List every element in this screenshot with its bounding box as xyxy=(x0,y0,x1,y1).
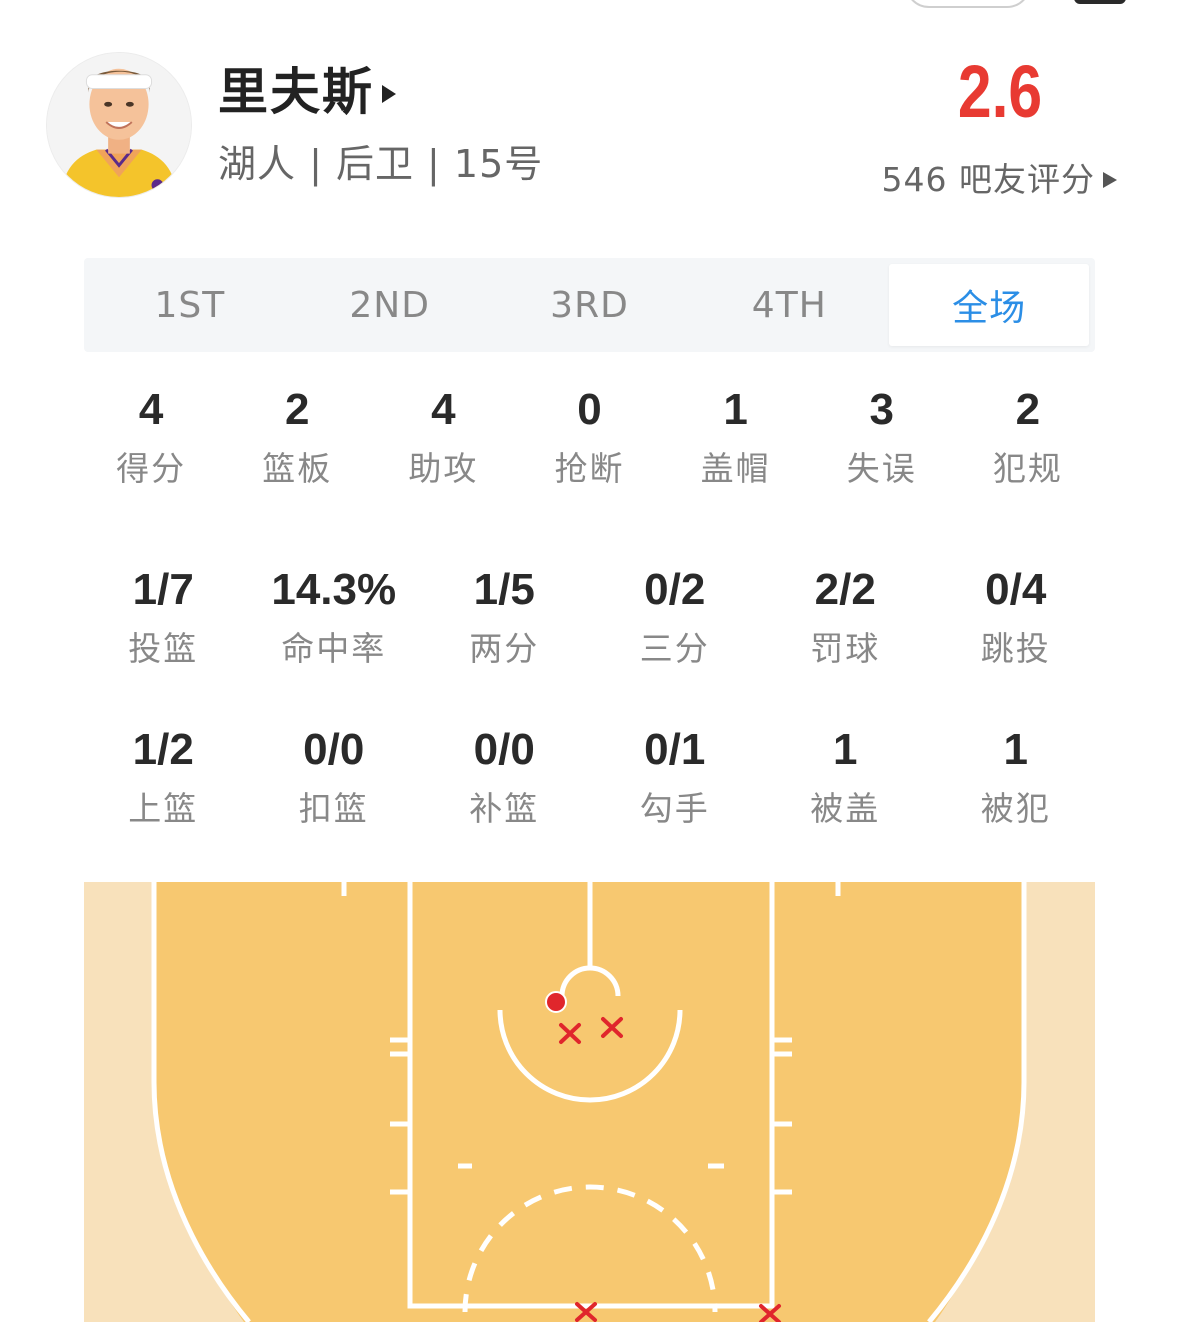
play-arrow-icon xyxy=(1103,172,1117,188)
shooting-stats: 1/7 投篮 14.3% 命中率 1/5 两分 0/2 三分 2/2 罚球 0/4 跳投 xyxy=(78,564,1101,670)
stat-tip-ins: 0/0 补篮 xyxy=(419,724,590,830)
stat-fg-percentage: 14.3% 命中率 xyxy=(249,564,420,670)
stat-value: 2 xyxy=(284,385,310,434)
stat-dunks: 0/0 扣篮 xyxy=(249,724,420,830)
stat-blocks: 1 盖帽 xyxy=(663,384,809,490)
stat-value: 2 xyxy=(1015,385,1041,434)
stat-blocked: 1 被盖 xyxy=(760,724,931,830)
stat-label: 扣篮 xyxy=(298,789,369,828)
stat-label: 被盖 xyxy=(810,789,881,828)
player-team-position-number: 湖人 | 后卫 | 15号 xyxy=(218,142,544,186)
stat-fouls: 2 犯规 xyxy=(955,384,1101,490)
stat-label: 三分 xyxy=(639,629,710,668)
stat-label: 得分 xyxy=(116,449,187,488)
stat-value: 14.3% xyxy=(271,565,397,614)
stat-value: 4 xyxy=(138,385,164,434)
stat-free-throws: 2/2 罚球 xyxy=(760,564,931,670)
stat-points: 4 得分 xyxy=(78,384,224,490)
tab-2nd[interactable]: 2ND xyxy=(290,264,490,346)
stat-label: 篮板 xyxy=(262,449,333,488)
stat-value: 0/1 xyxy=(644,725,706,774)
stat-field-goals: 1/7 投篮 xyxy=(78,564,249,670)
stat-rebounds: 2 篮板 xyxy=(224,384,370,490)
tab-4th[interactable]: 4TH xyxy=(689,264,889,346)
stat-steals: 0 抢断 xyxy=(516,384,662,490)
top-dark-button[interactable] xyxy=(1074,0,1126,4)
stat-value: 0/4 xyxy=(985,565,1047,614)
tab-1st[interactable]: 1ST xyxy=(90,264,290,346)
rating-count-link[interactable]: 546 吧友评分 xyxy=(882,158,1117,202)
stat-value: 0/2 xyxy=(644,565,706,614)
player-rating-score: 2.6 xyxy=(957,50,1043,133)
stat-assists: 4 助攻 xyxy=(370,384,516,490)
stat-value: 1/2 xyxy=(132,725,194,774)
stat-value: 0/0 xyxy=(303,725,365,774)
shot-type-stats: 1/2 上篮 0/0 扣篮 0/0 补篮 0/1 勾手 1 被盖 1 被犯 xyxy=(78,724,1101,830)
stat-label: 罚球 xyxy=(810,629,881,668)
stat-hook-shots: 0/1 勾手 xyxy=(590,724,761,830)
stat-label: 被犯 xyxy=(980,789,1051,828)
stat-value: 1/7 xyxy=(132,565,194,614)
stat-label: 两分 xyxy=(469,629,540,668)
stat-label: 命中率 xyxy=(281,629,387,668)
play-arrow-icon xyxy=(382,85,396,103)
stat-turnovers: 3 失误 xyxy=(809,384,955,490)
stat-value: 1 xyxy=(1003,725,1028,774)
court-svg xyxy=(84,882,1095,1322)
top-pill-button[interactable] xyxy=(905,0,1031,8)
stat-three-pointers: 0/2 三分 xyxy=(590,564,761,670)
stat-value: 0 xyxy=(577,385,602,434)
player-name-row[interactable]: 里夫斯 xyxy=(218,60,396,124)
rating-count: 546 吧友评分 xyxy=(881,160,1095,199)
stat-label: 勾手 xyxy=(639,789,710,828)
stat-two-pointers: 1/5 两分 xyxy=(419,564,590,670)
stat-value: 2/2 xyxy=(814,565,876,614)
stat-label: 失误 xyxy=(846,449,917,488)
stat-label: 盖帽 xyxy=(700,449,771,488)
stat-label: 补篮 xyxy=(469,789,540,828)
stat-label: 上篮 xyxy=(128,789,199,828)
player-avatar[interactable] xyxy=(46,52,192,198)
stat-value: 3 xyxy=(869,385,895,434)
basic-stats: 4 得分 2 篮板 4 助攻 0 抢断 1 盖帽 3 失误 2 犯规 xyxy=(78,384,1101,490)
period-tabs: 1ST 2ND 3RD 4TH 全场 xyxy=(84,258,1095,352)
shot-chart-court xyxy=(84,882,1095,1322)
stat-value: 4 xyxy=(431,385,456,434)
stat-fouled: 1 被犯 xyxy=(931,724,1102,830)
made-shot-marker xyxy=(545,991,567,1013)
stat-label: 投篮 xyxy=(128,629,199,668)
stat-label: 助攻 xyxy=(408,449,479,488)
player-name: 里夫斯 xyxy=(218,63,374,121)
stat-label: 犯规 xyxy=(992,449,1063,488)
tab-full-game[interactable]: 全场 xyxy=(889,264,1089,346)
stat-label: 抢断 xyxy=(554,449,625,488)
stat-jump-shots: 0/4 跳投 xyxy=(931,564,1102,670)
stat-value: 1/5 xyxy=(473,565,535,614)
stat-value: 1 xyxy=(723,385,748,434)
stat-value: 0/0 xyxy=(473,725,535,774)
stat-layups: 1/2 上篮 xyxy=(78,724,249,830)
stat-label: 跳投 xyxy=(980,629,1051,668)
tab-3rd[interactable]: 3RD xyxy=(490,264,690,346)
stat-value: 1 xyxy=(833,725,858,774)
